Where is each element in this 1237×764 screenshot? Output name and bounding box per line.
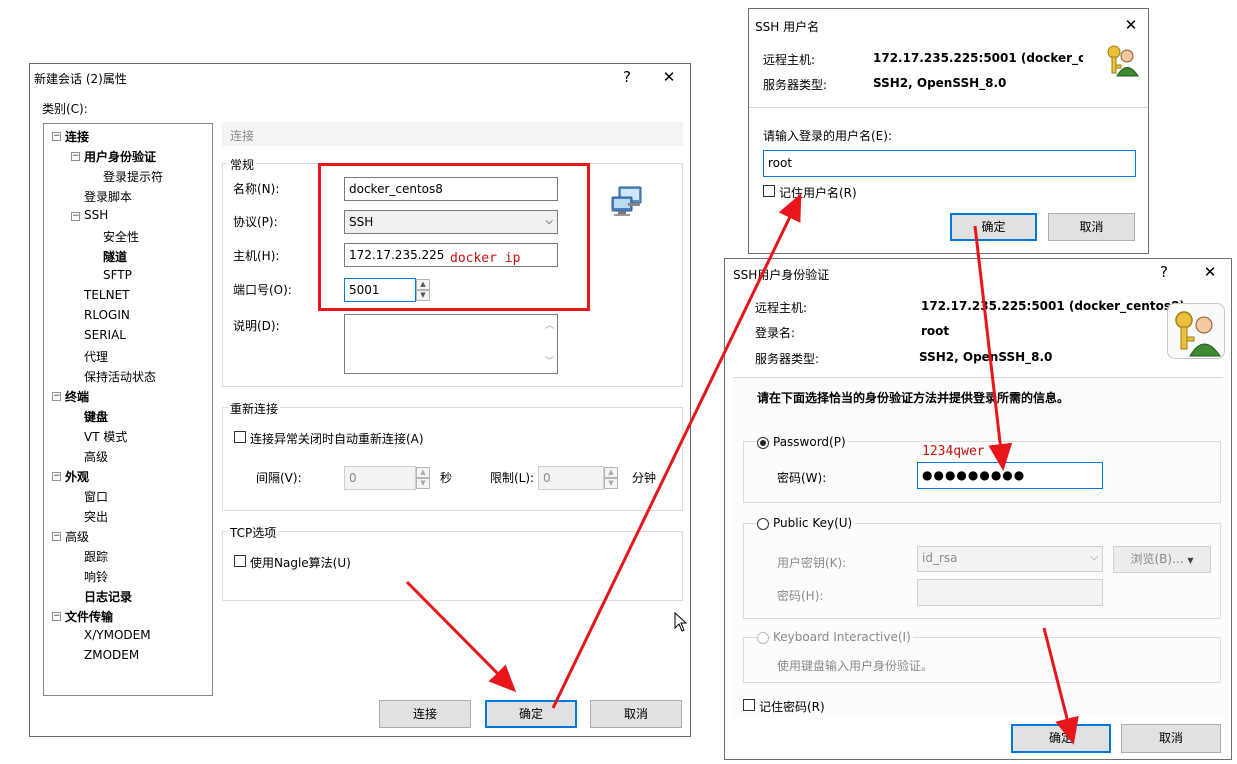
arrow-to-auth-ok — [1042, 627, 1079, 745]
arrow-to-ok — [405, 580, 517, 693]
annotation-arrows — [405, 193, 1079, 745]
arrow-to-password — [973, 225, 1013, 471]
arrow-to-username — [551, 193, 802, 709]
